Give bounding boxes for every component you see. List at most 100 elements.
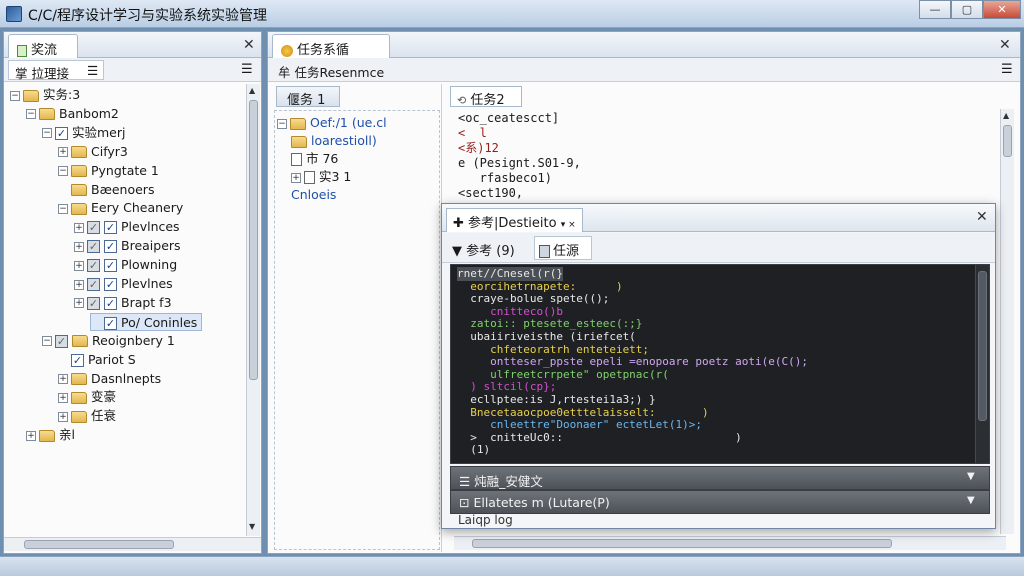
main-horizontal-scrollbar[interactable] bbox=[454, 536, 1006, 550]
folder-icon bbox=[71, 410, 87, 423]
hscroll-thumb[interactable] bbox=[24, 540, 174, 549]
close-button[interactable]: ✕ bbox=[983, 0, 1021, 19]
tab-task2[interactable]: ⟲ 任务2 bbox=[450, 86, 522, 108]
tree-item[interactable]: + 亲l bbox=[26, 426, 75, 444]
tab-task1[interactable]: 偃务 1 bbox=[276, 86, 340, 108]
checkbox[interactable]: ✓ bbox=[71, 353, 84, 367]
main-panel-close-icon[interactable]: ✕ bbox=[999, 37, 1011, 53]
popup-toolbar-left[interactable]: ▼ 参考 (9) bbox=[452, 240, 515, 259]
expander-icon[interactable]: + bbox=[74, 298, 84, 309]
code-editor[interactable]: rnet//Cnesel(r(} eorcihetrnapete: ) cray… bbox=[450, 264, 990, 464]
tree-item-label: Dasnlnepts bbox=[91, 370, 162, 386]
checkbox[interactable]: ✓ bbox=[104, 259, 117, 273]
tree-item[interactable]: + Dasnlnepts bbox=[58, 370, 161, 388]
expander-icon[interactable]: + bbox=[58, 374, 68, 384]
status-bar-arrow-icon[interactable]: ▼ bbox=[967, 495, 975, 506]
tree-item[interactable]: − ✓ 实验merj bbox=[42, 124, 125, 142]
tree-item[interactable]: + ✓ ✓ Breaipers bbox=[74, 237, 181, 255]
list-icon[interactable]: ☰ bbox=[241, 62, 253, 77]
tree-item[interactable]: − Banbom2 bbox=[26, 105, 119, 123]
tree-item[interactable]: + 变豪 bbox=[58, 388, 116, 406]
partial-checkbox[interactable]: ✓ bbox=[55, 334, 68, 348]
expander-icon[interactable]: + bbox=[26, 430, 36, 441]
tab-main[interactable]: 任务系循 bbox=[272, 34, 390, 58]
expander-icon[interactable]: − bbox=[58, 166, 68, 177]
left-toolbar-tab[interactable]: 掌 拉理接 ☰ bbox=[8, 60, 104, 81]
status-bar-inner[interactable]: ⊡ Ellatetes m (Lutare(P) ▼ bbox=[450, 490, 990, 514]
tree-item[interactable]: + ✓ ✓ Plowning bbox=[74, 256, 177, 274]
expander-icon[interactable]: + bbox=[74, 222, 84, 233]
menu-icon[interactable]: ☰ bbox=[87, 63, 98, 78]
checkbox[interactable]: ✓ bbox=[104, 296, 117, 310]
task-tree-item[interactable]: loarestioll) bbox=[291, 132, 377, 150]
tree-item[interactable]: − ✓ Reoignbery 1 bbox=[42, 332, 175, 350]
tab-dropdown-icon[interactable]: ▾ × bbox=[561, 220, 576, 230]
tree-item[interactable]: + 任衰 bbox=[58, 407, 116, 425]
document-icon bbox=[304, 171, 315, 184]
output-bar-arrow-icon[interactable]: ▼ bbox=[967, 471, 975, 482]
task-tree-item[interactable]: − Oef:/1 (ue.cl bbox=[277, 114, 387, 132]
task-tree-item[interactable]: Cnloeis bbox=[291, 186, 336, 204]
editor-scrollbar[interactable] bbox=[975, 265, 989, 463]
expander-icon[interactable]: − bbox=[277, 118, 287, 129]
scroll-thumb[interactable] bbox=[249, 100, 258, 380]
expander-icon[interactable]: − bbox=[42, 128, 52, 139]
tree-item[interactable]: + Cifyr3 bbox=[58, 143, 128, 161]
checkbox[interactable]: ✓ bbox=[104, 316, 117, 330]
tree-item[interactable]: − 实务:3 bbox=[10, 86, 80, 104]
expander-icon[interactable]: + bbox=[58, 411, 68, 422]
code-line: < l bbox=[458, 126, 487, 140]
tree-item[interactable]: + ✓ ✓ Plevlnces bbox=[74, 218, 180, 236]
tree-item[interactable]: − Pyngtate 1 bbox=[58, 162, 159, 180]
partial-checkbox[interactable]: ✓ bbox=[87, 278, 100, 291]
minimize-button[interactable]: — bbox=[919, 0, 951, 19]
partial-checkbox[interactable]: ✓ bbox=[87, 259, 100, 273]
expander-icon[interactable]: − bbox=[42, 336, 52, 347]
source-button[interactable]: 任源 bbox=[534, 236, 592, 260]
checkbox[interactable]: ✓ bbox=[104, 221, 117, 235]
checkbox[interactable]: ✓ bbox=[55, 126, 68, 140]
scroll-down-icon[interactable]: ▼ bbox=[249, 522, 255, 531]
partial-checkbox[interactable]: ✓ bbox=[87, 221, 100, 235]
tree-item-label: Reoignbery 1 bbox=[92, 332, 175, 348]
expander-icon[interactable]: + bbox=[74, 241, 84, 252]
tree-item[interactable]: − Eery Cheanery bbox=[58, 199, 183, 217]
main-hscroll-thumb[interactable] bbox=[472, 539, 892, 548]
main-vertical-scrollbar[interactable]: ▲ bbox=[1000, 109, 1014, 534]
main-scroll-thumb[interactable] bbox=[1003, 125, 1012, 157]
popup-close-icon[interactable]: ✕ bbox=[976, 209, 988, 225]
checkbox[interactable]: ✓ bbox=[104, 278, 117, 291]
tree-item[interactable]: Bæenoers bbox=[58, 181, 154, 199]
folder-icon bbox=[23, 89, 39, 102]
expander-icon[interactable]: + bbox=[291, 172, 301, 183]
editor-scroll-thumb[interactable] bbox=[978, 271, 987, 421]
task-tree-item[interactable]: + 实3 1 bbox=[291, 168, 351, 186]
tab-left[interactable]: 奖流 bbox=[8, 34, 78, 58]
maximize-button[interactable]: ▢ bbox=[951, 0, 983, 19]
expander-icon[interactable]: − bbox=[58, 203, 68, 214]
code-line: rfasbeco1) bbox=[458, 171, 552, 185]
partial-checkbox[interactable]: ✓ bbox=[87, 296, 100, 310]
output-bar[interactable]: ☰ 炖融_安健文 ▼ bbox=[450, 466, 990, 490]
task-tree-item[interactable]: 市 76 bbox=[291, 150, 338, 168]
expander-icon[interactable]: + bbox=[58, 147, 68, 158]
tab-reference[interactable]: ✚ 参考|Destieito ▾ × bbox=[446, 208, 583, 232]
left-vertical-scrollbar[interactable]: ▲ ▼ bbox=[246, 84, 260, 536]
main-scroll-up-icon[interactable]: ▲ bbox=[1003, 111, 1009, 120]
tree-item[interactable]: + ✓ ✓ Plevlnes bbox=[74, 275, 173, 293]
main-list-icon[interactable]: ☰ bbox=[1001, 62, 1013, 77]
left-panel-close-icon[interactable]: ✕ bbox=[243, 37, 255, 53]
expander-icon[interactable]: − bbox=[10, 90, 20, 101]
expander-icon[interactable]: + bbox=[58, 392, 68, 403]
checkbox[interactable]: ✓ bbox=[104, 240, 117, 254]
tree-item[interactable]: ✓ Po/ Coninles bbox=[90, 312, 203, 331]
tree-item[interactable]: ✓ Pariot S bbox=[58, 351, 136, 369]
expander-icon[interactable]: + bbox=[74, 260, 84, 271]
partial-checkbox[interactable]: ✓ bbox=[87, 240, 100, 254]
expander-icon[interactable]: + bbox=[74, 279, 84, 290]
code-view[interactable]: <oc_ceatescct] < l <系)12 e (Pesignt.S01-9, … bbox=[458, 111, 978, 211]
scroll-up-icon[interactable]: ▲ bbox=[249, 86, 255, 95]
left-horizontal-scrollbar[interactable] bbox=[4, 537, 261, 551]
tree-item[interactable]: + ✓ ✓ Brapt f3 bbox=[74, 294, 172, 312]
expander-icon[interactable]: − bbox=[26, 109, 36, 120]
